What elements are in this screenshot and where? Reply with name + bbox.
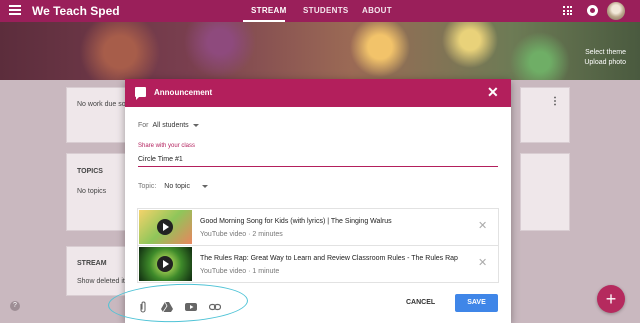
class-title[interactable]: We Teach Sped bbox=[32, 4, 120, 18]
upload-photo-link[interactable]: Upload photo bbox=[584, 59, 626, 66]
help-icon[interactable]: ? bbox=[10, 301, 20, 311]
attachment-item[interactable]: Good Morning Song for Kids (with lyrics)… bbox=[137, 208, 499, 246]
stream-title: STREAM bbox=[77, 260, 107, 267]
top-app-bar: We Teach Sped STREAM STUDENTS ABOUT bbox=[0, 0, 640, 22]
attachment-title: Good Morning Song for Kids (with lyrics)… bbox=[200, 218, 392, 225]
for-label: For bbox=[138, 122, 149, 129]
avatar[interactable] bbox=[607, 2, 625, 20]
class-banner: Select theme Upload photo bbox=[0, 22, 640, 80]
topic-selector[interactable]: Topic: No topic bbox=[138, 183, 208, 190]
tab-stream[interactable]: STREAM bbox=[251, 6, 287, 15]
side-card-right bbox=[520, 153, 570, 231]
notifications-icon[interactable] bbox=[587, 5, 598, 16]
post-card-right: ⋮ bbox=[520, 87, 570, 143]
dialog-title: Announcement bbox=[154, 88, 213, 97]
for-value: All students bbox=[152, 122, 189, 129]
cancel-button[interactable]: CANCEL bbox=[406, 299, 435, 306]
play-icon bbox=[157, 219, 173, 235]
close-icon[interactable]: ✕ bbox=[487, 84, 499, 101]
attachment-meta: YouTube video · 1 minute bbox=[200, 268, 280, 275]
tab-about[interactable]: ABOUT bbox=[362, 6, 392, 15]
video-thumbnail bbox=[139, 210, 192, 244]
link-icon[interactable] bbox=[209, 301, 221, 313]
announcement-text-field[interactable]: Circle Time #1 bbox=[138, 156, 183, 163]
select-theme-link[interactable]: Select theme bbox=[585, 49, 626, 56]
apps-grid-icon[interactable] bbox=[563, 6, 572, 15]
attachment-meta: YouTube video · 2 minutes bbox=[200, 231, 283, 238]
chevron-down-icon bbox=[201, 184, 208, 188]
google-drive-icon[interactable] bbox=[161, 301, 173, 313]
topic-label: Topic: bbox=[138, 183, 157, 190]
share-label: Share with your class bbox=[138, 143, 196, 149]
video-thumbnail bbox=[139, 247, 192, 281]
topics-title: TOPICS bbox=[77, 168, 103, 175]
remove-attachment-icon[interactable]: ✕ bbox=[478, 219, 487, 232]
paperclip-icon[interactable] bbox=[137, 301, 149, 313]
upcoming-text: No work due so bbox=[77, 101, 126, 108]
save-button[interactable]: SAVE bbox=[455, 294, 498, 312]
add-post-button[interactable]: + bbox=[597, 285, 625, 313]
more-options-icon[interactable]: ⋮ bbox=[550, 96, 560, 107]
topics-empty-text: No topics bbox=[77, 188, 107, 195]
menu-icon[interactable] bbox=[9, 5, 21, 17]
audience-selector[interactable]: For All students bbox=[138, 122, 199, 129]
play-icon bbox=[157, 256, 173, 272]
attachment-item[interactable]: The Rules Rap: Great Way to Learn and Re… bbox=[137, 245, 499, 283]
remove-attachment-icon[interactable]: ✕ bbox=[478, 256, 487, 269]
youtube-icon[interactable] bbox=[185, 301, 197, 313]
attachment-title: The Rules Rap: Great Way to Learn and Re… bbox=[200, 255, 458, 262]
tab-students[interactable]: STUDENTS bbox=[303, 6, 349, 15]
text-field-underline bbox=[138, 166, 498, 167]
announcement-dialog: Announcement ✕ For All students Share wit… bbox=[125, 79, 511, 323]
topic-value: No topic bbox=[164, 183, 190, 190]
announcement-icon bbox=[135, 87, 146, 100]
chevron-down-icon bbox=[192, 123, 199, 127]
dialog-header: Announcement ✕ bbox=[125, 79, 511, 107]
